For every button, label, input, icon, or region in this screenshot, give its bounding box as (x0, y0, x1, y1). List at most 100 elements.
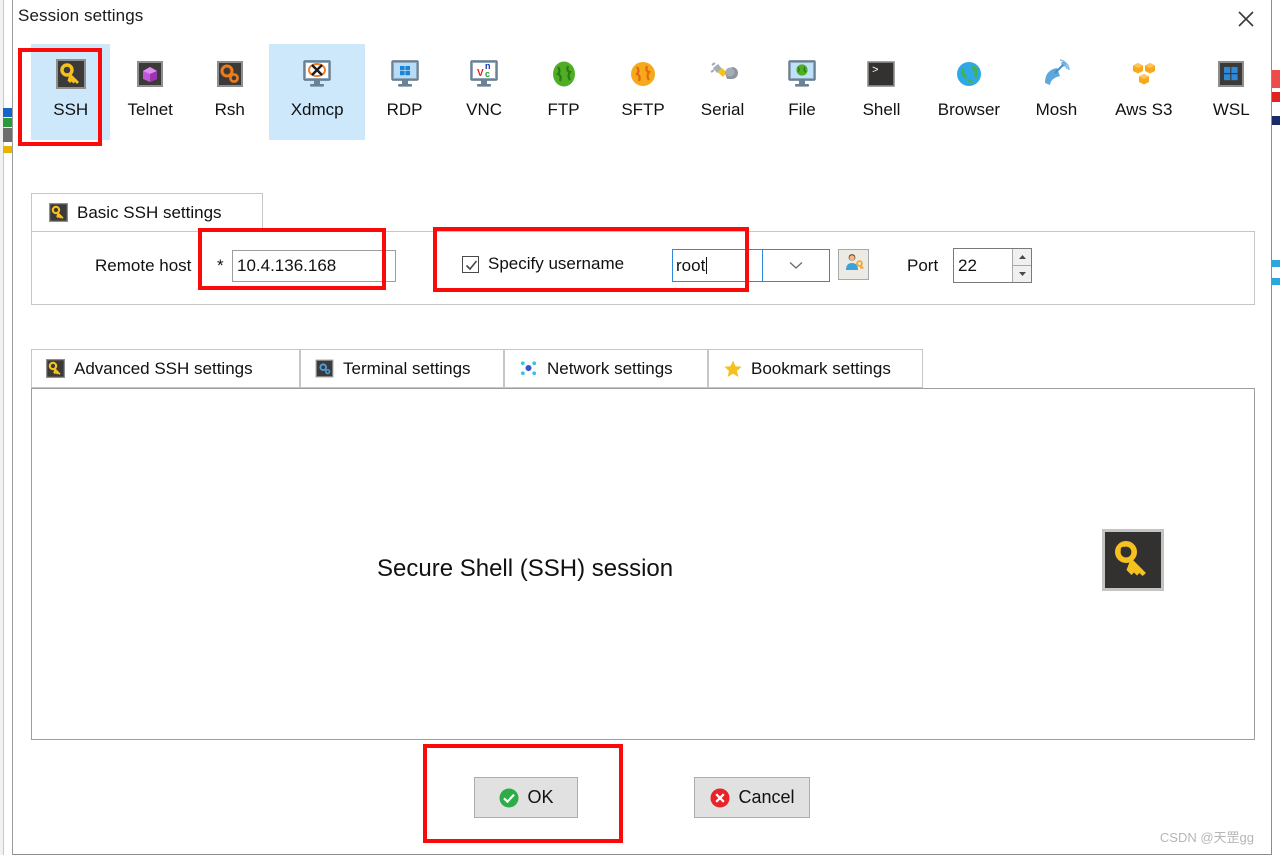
chevron-down-icon (789, 257, 803, 275)
protocol-file[interactable]: File (762, 44, 841, 140)
terminal-blue-icon (315, 359, 334, 378)
ok-label: OK (527, 787, 554, 807)
protocol-label: Rsh (214, 100, 245, 119)
background-window-left-edge (0, 0, 13, 855)
remote-host-input[interactable]: 10.4.136.168 (232, 250, 396, 282)
terminal-prompt-icon: > (864, 57, 898, 91)
key-icon (1102, 529, 1164, 591)
satellite-dish-icon (1039, 57, 1073, 91)
protocol-sftp[interactable]: SFTP (603, 44, 682, 140)
basic-ssh-settings-group: Remote host * 10.4.136.168 Specify usern… (31, 231, 1255, 305)
vnc-monitor-icon: V n c (467, 57, 501, 91)
windows-monitor-icon (388, 57, 422, 91)
protocol-label: RDP (386, 100, 423, 119)
key-icon (46, 359, 65, 378)
protocol-label: Telnet (127, 100, 173, 119)
protocol-rdp[interactable]: RDP (365, 44, 444, 140)
user-key-icon (843, 251, 865, 278)
green-check-icon (498, 787, 520, 809)
protocol-label: Browser (937, 100, 1001, 119)
watermark: CSDN @天罡gg (1159, 830, 1254, 845)
checkbox-checked-icon (462, 255, 479, 273)
tab-label: Network settings (547, 358, 673, 378)
session-preview-panel: Secure Shell (SSH) session (31, 388, 1255, 740)
protocol-browser[interactable]: Browser (921, 44, 1016, 140)
protocol-aws-s3[interactable]: Aws S3 (1096, 44, 1191, 140)
protocol-toolbar: SSH Telnet Rsh Xdmcp RDP V n c VNC FTP S… (13, 44, 1271, 148)
tab-bookmark-settings[interactable]: Bookmark settings (708, 349, 923, 388)
dialog-title: Session settings (18, 6, 144, 25)
port-label: Port (907, 256, 939, 275)
cancel-button[interactable]: Cancel (694, 777, 810, 818)
protocol-label: Aws S3 (1115, 100, 1173, 119)
protocol-ssh[interactable]: SSH (31, 44, 111, 140)
svg-text:>: > (872, 65, 879, 77)
protocol-wsl[interactable]: WSL (1192, 44, 1271, 140)
protocol-shell[interactable]: > Shell (842, 44, 921, 140)
key-icon (49, 203, 68, 222)
session-settings-dialog: Session settings SSH Telnet Rsh Xdmcp RD… (13, 0, 1271, 855)
protocol-rsh[interactable]: Rsh (190, 44, 269, 140)
blue-globe-icon (952, 57, 986, 91)
username-input[interactable]: root (672, 249, 763, 282)
plug-icon (706, 57, 740, 91)
tab-label: Terminal settings (343, 358, 471, 378)
network-dots-icon (519, 359, 538, 378)
protocol-label: SFTP (621, 100, 665, 119)
svg-text:V: V (477, 68, 484, 79)
protocol-ftp[interactable]: FTP (524, 44, 603, 140)
port-stepper[interactable] (1012, 249, 1031, 282)
username-value: root (676, 256, 706, 275)
protocol-label: File (788, 100, 816, 119)
port-field[interactable]: 22 (953, 248, 1032, 283)
required-mark: * (217, 256, 224, 275)
group-label: Basic SSH settings (77, 202, 222, 222)
tab-terminal-settings[interactable]: Terminal settings (300, 349, 504, 388)
protocol-label: Xdmcp (290, 100, 344, 119)
protocol-label: Shell (862, 100, 901, 119)
dialog-titlebar: Session settings (13, 0, 1271, 37)
orange-globe-icon (626, 57, 660, 91)
tab-network-settings[interactable]: Network settings (504, 349, 708, 388)
key-icon (54, 57, 88, 91)
basic-ssh-settings-group-tab: Basic SSH settings (31, 193, 263, 232)
settings-tabs: Advanced SSH settings Terminal settings (31, 349, 1255, 388)
session-settings-window: Session settings SSH Telnet Rsh Xdmcp RD… (0, 0, 1280, 855)
protocol-telnet[interactable]: Telnet (110, 44, 189, 140)
windows-logo-icon (1214, 57, 1248, 91)
specify-username-checkbox[interactable]: Specify username (462, 254, 624, 274)
protocol-serial[interactable]: Serial (683, 44, 762, 140)
specify-username-label: Specify username (488, 254, 625, 273)
protocol-label: Mosh (1035, 100, 1078, 119)
svg-text:c: c (485, 69, 490, 79)
protocol-mosh[interactable]: Mosh (1017, 44, 1096, 140)
ok-button[interactable]: OK (474, 777, 578, 818)
protocol-label: SSH (53, 100, 89, 119)
protocol-label: VNC (466, 100, 503, 119)
port-input[interactable]: 22 (954, 249, 1012, 282)
triangle-down-icon[interactable] (1013, 266, 1031, 282)
username-dropdown-button[interactable] (763, 249, 830, 282)
x-monitor-icon (300, 57, 334, 91)
star-icon (723, 359, 742, 378)
user-credentials-button[interactable] (838, 249, 869, 280)
protocol-label: Serial (700, 100, 745, 119)
cancel-label: Cancel (738, 787, 795, 807)
text-caret (706, 257, 708, 274)
protocol-vnc[interactable]: V n c VNC (444, 44, 523, 140)
red-x-icon (709, 787, 731, 809)
protocol-label: FTP (547, 100, 580, 119)
close-icon[interactable] (1223, 0, 1269, 37)
remote-host-label: Remote host (95, 256, 192, 275)
protocol-xdmcp[interactable]: Xdmcp (269, 44, 365, 140)
session-type-title: Secure Shell (SSH) session (377, 555, 674, 582)
aws-cubes-icon (1127, 57, 1161, 91)
tab-advanced-ssh-settings[interactable]: Advanced SSH settings (31, 349, 300, 388)
orange-gears-icon (213, 57, 247, 91)
purple-gem-icon (133, 57, 167, 91)
tab-label: Bookmark settings (751, 358, 891, 378)
protocol-label: WSL (1212, 100, 1250, 119)
background-window-right-edge (1271, 0, 1280, 855)
triangle-up-icon[interactable] (1013, 249, 1031, 266)
tab-label: Advanced SSH settings (74, 358, 253, 378)
